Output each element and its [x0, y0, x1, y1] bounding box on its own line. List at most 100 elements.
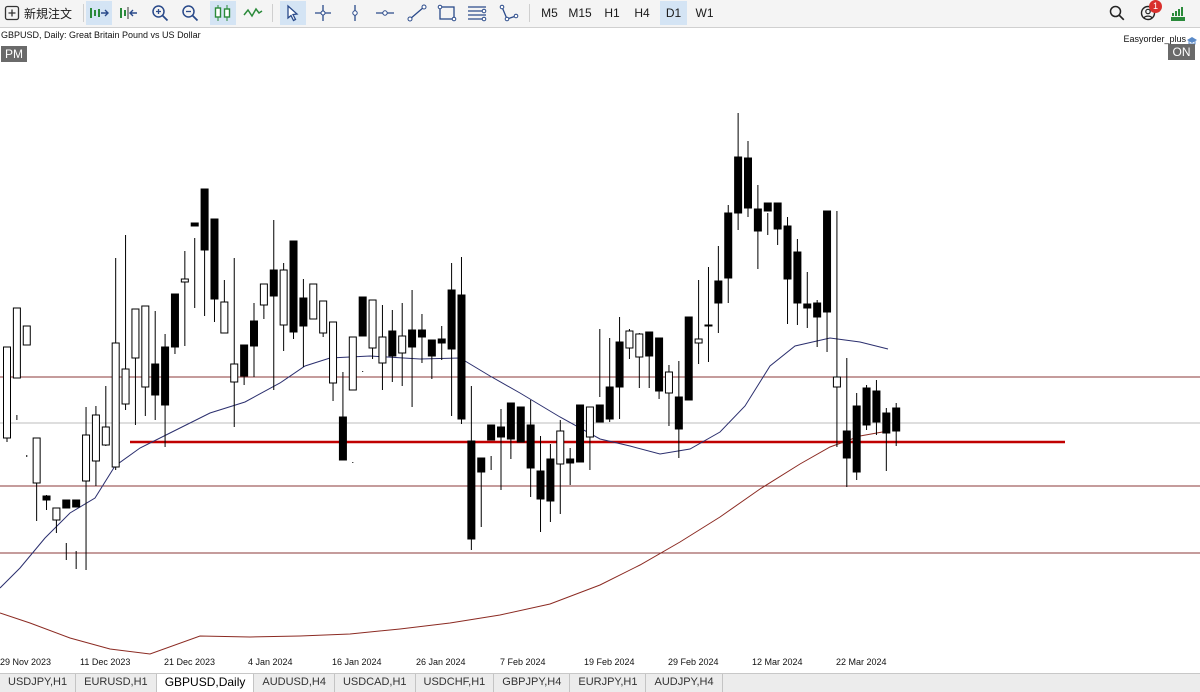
new-order-button[interactable]: 新規注文	[4, 1, 84, 25]
candle	[230, 258, 239, 427]
bearish-candle-body	[170, 293, 179, 348]
chart-tab[interactable]: GBPJPY,H4	[494, 674, 571, 692]
bullish-candle-body	[664, 371, 673, 394]
candle	[536, 436, 545, 532]
chart-tab[interactable]: AUDJPY,H4	[646, 674, 723, 692]
chart-tab[interactable]: AUDUSD,H4	[254, 674, 335, 692]
bearish-candle-body	[674, 396, 683, 430]
candle	[131, 308, 140, 425]
bearish-candle-body	[773, 202, 782, 230]
x-tick-label: 12 Mar 2024	[752, 657, 803, 667]
horizontal-line-icon	[375, 6, 395, 20]
candlesticks-icon	[213, 4, 233, 22]
chart-shift-button[interactable]	[116, 1, 142, 25]
candle	[437, 326, 446, 360]
zoom-out-button[interactable]	[178, 1, 202, 25]
timeframe-m5[interactable]: M5	[537, 1, 562, 25]
bearish-candle-body	[151, 363, 160, 396]
search-button[interactable]	[1105, 1, 1129, 25]
chart-tab[interactable]: USDCHF,H1	[416, 674, 495, 692]
horizontal-line-button[interactable]	[372, 1, 398, 25]
vertical-line-button[interactable]	[342, 1, 368, 25]
candle	[250, 303, 258, 377]
bullish-candle-body	[625, 330, 634, 349]
bearish-candle-body	[714, 280, 723, 304]
candle	[121, 235, 130, 410]
chart-tab[interactable]: GBPUSD,Daily	[156, 674, 255, 692]
crosshair-icon	[314, 4, 332, 22]
short-moving-average-line	[0, 337, 889, 589]
bearish-candle-body	[467, 440, 476, 540]
candle	[872, 380, 881, 435]
bullish-candle-body	[12, 307, 21, 379]
timeframe-w1[interactable]: W1	[691, 1, 718, 25]
bullish-candle-body	[101, 426, 110, 446]
candle	[467, 386, 476, 550]
candle	[348, 336, 357, 463]
bullish-candle-body	[121, 368, 130, 405]
candle	[635, 333, 644, 388]
candle	[319, 300, 328, 337]
bearish-candle-body	[536, 470, 545, 500]
candle	[91, 406, 100, 486]
candle	[852, 393, 861, 480]
candle	[22, 325, 31, 457]
timeframe-m15[interactable]: M15	[565, 1, 595, 25]
candle	[664, 365, 673, 426]
trend-line-button[interactable]	[404, 1, 430, 25]
x-tick-label: 22 Mar 2024	[836, 657, 887, 667]
candle	[803, 272, 812, 328]
vertical-line-icon	[348, 4, 362, 22]
bearish-candle-body	[487, 424, 496, 441]
elliott-wave-button[interactable]	[496, 1, 522, 25]
notification-count-badge: 1	[1149, 0, 1162, 13]
chart-tab[interactable]: EURUSD,H1	[76, 674, 157, 692]
crosshair-button[interactable]	[310, 1, 336, 25]
zoom-in-button[interactable]	[148, 1, 172, 25]
indicators-button[interactable]	[240, 1, 266, 25]
bullish-candle-body	[319, 300, 328, 334]
signal-level-button[interactable]	[1166, 1, 1190, 25]
cursor-button[interactable]	[280, 1, 306, 25]
toolbar: 新規注文 M5 M15 H1 H4 D1 W1 1	[0, 0, 1200, 28]
chart-tab[interactable]: EURJPY,H1	[570, 674, 647, 692]
candle	[161, 334, 170, 447]
candle	[773, 202, 782, 245]
timeframe-h4[interactable]: H4	[629, 1, 655, 25]
trend-line-icon	[407, 4, 427, 22]
bullish-candle-body	[329, 321, 338, 384]
candle	[753, 185, 762, 269]
candle	[793, 239, 802, 325]
new-order-label: 新規注文	[24, 6, 73, 21]
bullish-candle-body	[585, 406, 594, 438]
bearish-candle-body	[882, 412, 891, 434]
chart-tab[interactable]: USDCAD,H1	[335, 674, 416, 692]
candle	[388, 310, 397, 382]
ea-on-tag[interactable]: ON	[1168, 44, 1195, 60]
x-tick-label: 7 Feb 2024	[500, 657, 546, 667]
timeframe-h1[interactable]: H1	[599, 1, 625, 25]
chart-tab[interactable]: USDJPY,H1	[0, 674, 77, 692]
bearish-candle-body	[240, 344, 249, 377]
fibonacci-button[interactable]	[464, 1, 490, 25]
shapes-button[interactable]	[434, 1, 460, 25]
bullish-candle-body	[32, 437, 41, 484]
bearish-candle-body	[190, 222, 199, 227]
bullish-candle-body	[141, 305, 150, 388]
timeframe-d1[interactable]: D1	[660, 1, 687, 25]
bullish-candle-body	[131, 308, 140, 359]
candle	[368, 299, 377, 359]
candle	[240, 344, 249, 385]
candle	[329, 321, 338, 401]
bearish-candle-body	[506, 402, 515, 440]
auto-scroll-button[interactable]	[86, 1, 112, 25]
price-chart[interactable]	[0, 28, 1200, 673]
candle	[427, 339, 436, 379]
signal-level-icon	[1170, 4, 1186, 22]
bearish-candle-body	[388, 330, 397, 357]
bullish-candle-body	[91, 414, 100, 462]
candle	[823, 210, 832, 352]
candle	[724, 205, 733, 303]
candlesticks-button[interactable]	[210, 1, 236, 25]
x-tick-label: 19 Feb 2024	[584, 657, 635, 667]
